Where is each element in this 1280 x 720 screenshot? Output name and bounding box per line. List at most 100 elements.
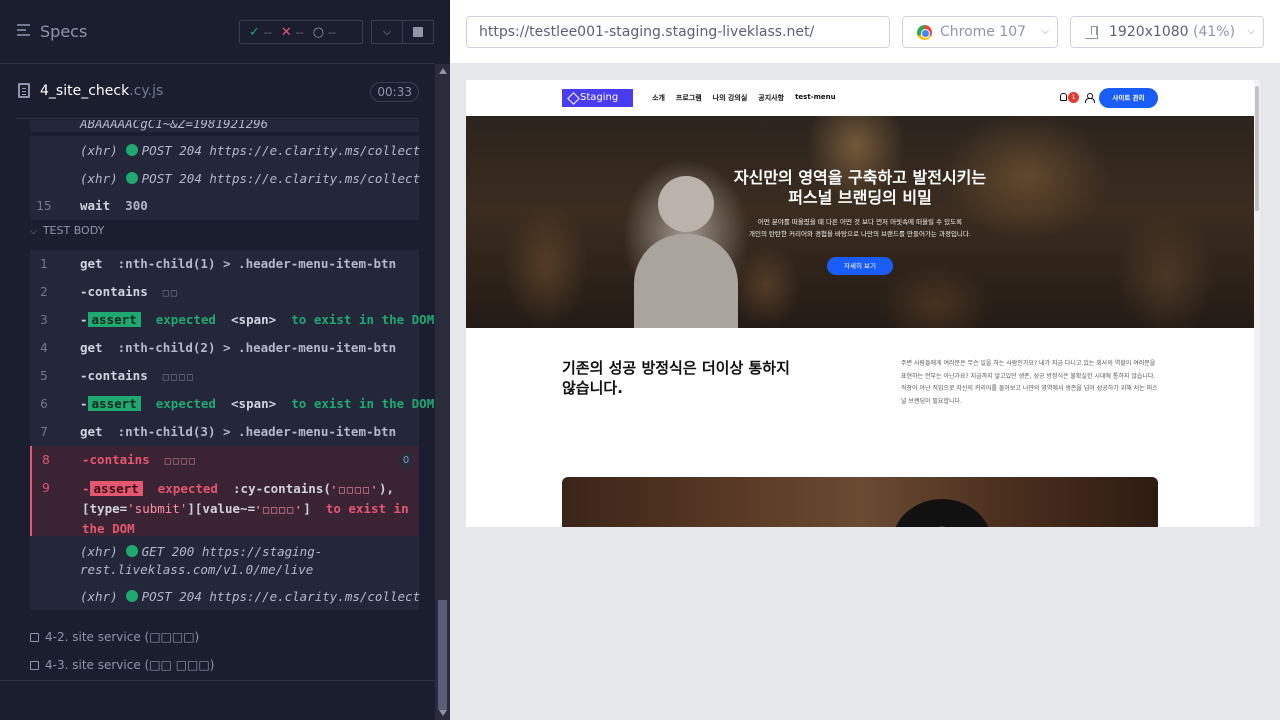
reporter-footer (0, 680, 435, 720)
scroll-down-icon[interactable] (439, 710, 447, 716)
reporter-scrollbar[interactable] (435, 64, 450, 720)
reporter-header: Specs ✓ -- ✕ -- ○ -- ⌵ (0, 0, 435, 64)
app-preview[interactable]: Staging 소개 프로그램 나의 강의실 공지사항 test-menu 1 … (466, 80, 1260, 527)
command-name: -contains (80, 284, 148, 299)
failed-stat: ✕ -- (280, 24, 304, 40)
checkbox-icon (30, 660, 39, 670)
command-row[interactable]: 4 get :nth-child(2) > .header-menu-item-… (30, 334, 419, 362)
specs-list-icon[interactable] (17, 24, 33, 40)
aut-panel: https://testlee001-staging.staging-livek… (450, 0, 1280, 720)
suite-item[interactable]: 4-2. site service (□□□□) (30, 630, 199, 644)
failed-command-row[interactable]: 9 - assert expected :cy-contains('□□□□'),… (30, 474, 419, 536)
command-name: get (80, 256, 103, 271)
specs-label[interactable]: Specs (40, 22, 87, 41)
hero-banner: 자신만의 영역을 구축하고 발전시키는 퍼스널 브랜딩의 비밀 어떤 분야를 떠… (466, 116, 1254, 328)
pending-icon: ○ (312, 24, 325, 40)
viewport-selector[interactable]: 1920x1080 (41%) ⌵ (1070, 16, 1264, 48)
command-arg: :nth-child(1) > .header-menu-item-btn (117, 256, 397, 271)
failed-command-row[interactable]: 8 -contains □□□□ 0 (30, 446, 419, 474)
preview-scrollbar[interactable] (1254, 80, 1260, 527)
command-number: 4 (40, 341, 48, 355)
command-number: 7 (40, 425, 48, 439)
command-name: get (80, 424, 103, 439)
command-type: (xhr) (80, 171, 118, 186)
command-log: ABAAAAACgC1~&Z=1981921296 (xhr) POST 204 … (0, 120, 435, 680)
command-row[interactable]: 3 - assert expected <span> to exist in th… (30, 306, 434, 334)
person-image (892, 499, 992, 527)
check-icon: ✓ (249, 24, 260, 40)
nav-item[interactable]: 소개 (652, 93, 665, 103)
command-text: POST 204 https://e.clarity.ms/collect (141, 143, 421, 158)
assert-badge: assert (89, 481, 143, 496)
command-row[interactable]: (xhr) GET 200 https://staging- rest.livek… (30, 536, 419, 580)
command-row[interactable]: (xhr) POST 204 https://e.clarity.ms/colle… (30, 164, 421, 192)
chevron-down-icon[interactable]: ⌵ (371, 20, 403, 44)
hero-subtitle: 어떤 분야를 떠올렸을 때 다른 어떤 것 보다 먼저 머릿속에 떠올릴 수 있… (749, 218, 971, 238)
nav-item[interactable]: 공지사항 (758, 93, 784, 103)
command-type: (xhr) (80, 589, 118, 604)
site-logo[interactable]: Staging (562, 89, 633, 107)
command-name: get (80, 340, 103, 355)
chevron-down-icon: ⌵ (1041, 26, 1049, 37)
command-text: POST 204 https://e.clarity.ms/collect (141, 171, 421, 186)
command-row[interactable]: 2 -contains □□ (30, 278, 419, 306)
command-name: -contains (82, 452, 150, 467)
stop-button[interactable] (402, 20, 434, 44)
scroll-up-icon[interactable] (439, 68, 447, 74)
status-dot-icon (125, 590, 138, 602)
element-count-badge: 0 (399, 453, 413, 468)
user-icon[interactable] (1085, 93, 1095, 103)
spec-file-name[interactable]: 4_site_check.cy.js (40, 83, 163, 99)
site-admin-button[interactable]: 사이트 관리 (1099, 88, 1158, 108)
command-row[interactable]: 15 wait 300 (30, 192, 419, 220)
scrollbar-thumb[interactable] (438, 600, 447, 710)
command-name: -contains (80, 368, 148, 383)
command-arg: :nth-child(2) > .header-menu-item-btn (117, 340, 397, 355)
nav-item[interactable]: test-menu (795, 93, 836, 103)
chevron-down-icon: ⌵ (1247, 26, 1255, 37)
suite-item[interactable]: 4-3. site service (□□ □□□) (30, 658, 214, 672)
command-row[interactable]: 5 -contains □□□□ (30, 362, 419, 390)
command-name: wait (80, 198, 111, 213)
section-description: 주변 사람들에게 여러분은 무슨 일을 하는 사람인가요? 내가 지금 다니고 … (901, 360, 1158, 405)
assert-badge: assert (87, 396, 141, 411)
chevron-down-icon: ⌵ (30, 227, 37, 237)
command-arg: □□□□ (164, 456, 197, 467)
command-row[interactable]: 7 get :nth-child(3) > .header-menu-item-… (30, 418, 419, 446)
command-text: GET 200 https://staging- (141, 544, 323, 559)
pending-stat: ○ -- (312, 24, 337, 40)
command-row[interactable]: 1 get :nth-child(1) > .header-menu-item-… (30, 250, 419, 278)
command-row[interactable]: ABAAAAACgC1~&Z=1981921296 (30, 120, 419, 132)
command-row[interactable]: (xhr) POST 204 https://e.clarity.ms/colle… (30, 580, 421, 610)
file-icon (18, 83, 30, 98)
command-row[interactable]: 6 - assert expected <span> to exist in th… (30, 390, 434, 418)
spec-file-bar: 4_site_check.cy.js 00:33 (16, 64, 419, 119)
viewport-icon (1085, 26, 1098, 39)
command-text: POST 204 https://e.clarity.ms/collect (141, 589, 421, 604)
hero-title: 자신만의 영역을 구축하고 발전시키는 퍼스널 브랜딩의 비밀 (733, 168, 987, 207)
nav-item[interactable]: 프로그램 (676, 93, 702, 103)
aut-toolbar: https://testlee001-staging.staging-livek… (450, 0, 1280, 64)
chrome-icon (917, 25, 932, 40)
browser-selector[interactable]: Chrome 107 ⌵ (902, 16, 1058, 48)
checkbox-icon (30, 632, 39, 642)
site-header: Staging 소개 프로그램 나의 강의실 공지사항 test-menu 1 … (466, 80, 1254, 116)
assert-badge: assert (87, 312, 141, 327)
bell-icon[interactable] (1060, 93, 1067, 101)
command-number: 9 (42, 481, 50, 495)
command-number: 5 (40, 369, 48, 383)
status-dot-icon (125, 144, 138, 156)
scrollbar-thumb[interactable] (1255, 86, 1259, 211)
test-body-toggle[interactable]: ⌵ TEST BODY (30, 224, 104, 237)
hero-figure-body (634, 234, 738, 328)
url-field[interactable]: https://testlee001-staging.staging-livek… (466, 16, 890, 48)
hero-more-button[interactable]: 자세히 보기 (827, 257, 893, 275)
section-title: 기존의 성공 방정식은 더이상 통하지 않습니다. (562, 359, 790, 397)
command-number: 1 (40, 257, 48, 271)
command-number: 15 (36, 199, 52, 213)
test-stats: ✓ -- ✕ -- ○ -- (239, 20, 363, 44)
command-number: 3 (40, 313, 48, 327)
nav-item[interactable]: 나의 강의실 (713, 93, 748, 103)
command-type: (xhr) (80, 544, 118, 559)
command-row[interactable]: (xhr) POST 204 https://e.clarity.ms/colle… (30, 136, 421, 164)
